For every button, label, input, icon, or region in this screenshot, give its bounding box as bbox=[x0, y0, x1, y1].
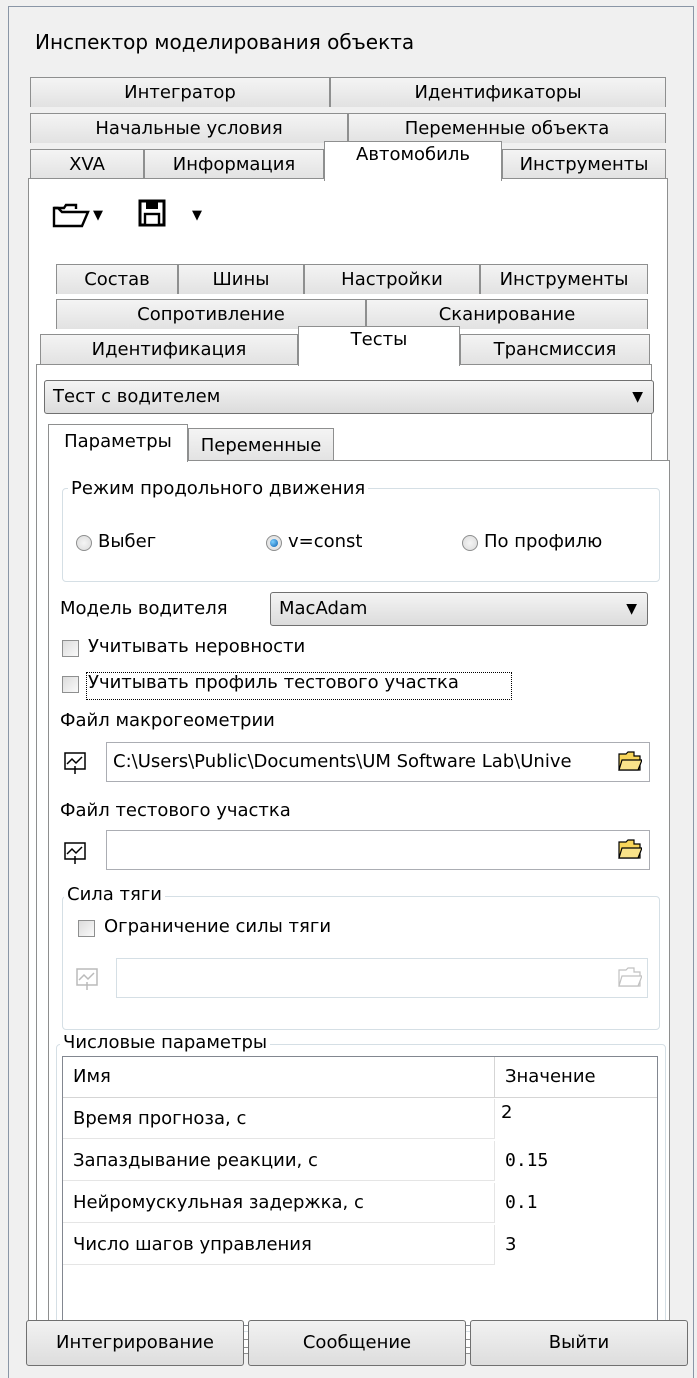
table-row-name: Нейромускульная задержка, с bbox=[63, 1183, 495, 1223]
header-name: Имя bbox=[63, 1057, 495, 1097]
tab-resistance[interactable]: Сопротивление bbox=[56, 299, 366, 329]
traction-file-field bbox=[116, 958, 648, 998]
browse-folder-icon[interactable] bbox=[618, 750, 643, 772]
numeric-label: Числовые параметры bbox=[60, 1032, 271, 1053]
profile-checkbox[interactable] bbox=[62, 676, 79, 693]
tab-initial-conditions[interactable]: Начальные условия bbox=[30, 113, 348, 143]
radio-v-const[interactable] bbox=[266, 535, 282, 551]
macro-file-field[interactable]: C:\Users\Public\Documents\UM Software La… bbox=[106, 742, 650, 782]
table-row-name: Число шагов управления bbox=[63, 1225, 495, 1265]
tab-tests[interactable]: Тесты bbox=[298, 326, 460, 366]
tab-transmission[interactable]: Трансмиссия bbox=[460, 334, 650, 364]
test-file-field[interactable] bbox=[106, 830, 650, 870]
tab-information[interactable]: Информация bbox=[144, 149, 324, 179]
table-row-value[interactable]: 2 bbox=[495, 1093, 657, 1133]
graph-icon bbox=[76, 968, 98, 990]
tab-identification[interactable]: Идентификация bbox=[40, 334, 298, 364]
tab-tools[interactable]: Инструменты bbox=[502, 149, 666, 179]
inspector-window: Инспектор моделирования объекта Интеграт… bbox=[0, 0, 697, 1378]
message-button[interactable]: Сообщение bbox=[248, 1320, 466, 1366]
tab-automobile[interactable]: Автомобиль bbox=[324, 141, 502, 181]
radio-by-profile[interactable] bbox=[462, 535, 478, 551]
graph-icon[interactable] bbox=[64, 842, 86, 864]
tab-settings[interactable]: Настройки bbox=[304, 264, 480, 294]
motion-mode-label: Режим продольного движения bbox=[68, 478, 369, 499]
roughness-checkbox[interactable] bbox=[62, 640, 79, 657]
header-value: Значение bbox=[505, 1066, 596, 1087]
folder-open-icon[interactable] bbox=[52, 200, 92, 230]
tab-integrator[interactable]: Интегратор bbox=[30, 77, 330, 107]
traction-label: Сила тяги bbox=[64, 884, 165, 905]
table-row-name: Запаздывание реакции, с bbox=[63, 1141, 495, 1181]
tab-inner-tools[interactable]: Инструменты bbox=[480, 264, 648, 294]
profile-label: Учитывать профиль тестового участка bbox=[88, 672, 459, 693]
tab-parameters[interactable]: Параметры bbox=[48, 424, 188, 462]
exit-button[interactable]: Выйти bbox=[470, 1320, 688, 1366]
browse-folder-icon bbox=[618, 966, 643, 988]
tab-variables[interactable]: Переменные bbox=[188, 428, 334, 462]
traction-limit-checkbox[interactable] bbox=[78, 920, 95, 937]
radio-by-profile-label: По профилю bbox=[484, 531, 603, 552]
test-type-select[interactable]: Тест с водителем ▼ bbox=[44, 380, 654, 414]
tab-scanning[interactable]: Сканирование bbox=[366, 299, 648, 329]
roughness-label: Учитывать неровности bbox=[88, 636, 306, 657]
floppy-disk-icon[interactable] bbox=[137, 198, 167, 228]
browse-folder-icon[interactable] bbox=[618, 838, 643, 860]
table-row-value[interactable]: 0.1 bbox=[495, 1183, 657, 1223]
tab-object-variables[interactable]: Переменные объекта bbox=[348, 113, 666, 143]
test-type-value: Тест с водителем bbox=[53, 386, 221, 407]
table-row-value[interactable]: 0.15 bbox=[495, 1141, 657, 1181]
tab-identifiers[interactable]: Идентификаторы bbox=[330, 77, 666, 107]
save-dropdown-icon[interactable]: ▼ bbox=[192, 208, 202, 223]
tab-composition[interactable]: Состав bbox=[56, 264, 178, 294]
driver-model-select[interactable]: MacAdam ▼ bbox=[270, 592, 648, 626]
integrate-button[interactable]: Интегрирование bbox=[26, 1320, 244, 1366]
chevron-down-icon: ▼ bbox=[632, 389, 643, 405]
numeric-table: Имя Значение Время прогноза, с 2 Запазды… bbox=[62, 1056, 658, 1326]
macro-file-label: Файл макрогеометрии bbox=[60, 710, 275, 731]
graph-icon[interactable] bbox=[64, 752, 86, 774]
traction-limit-label: Ограничение силы тяги bbox=[104, 916, 332, 937]
macro-file-path: C:\Users\Public\Documents\UM Software La… bbox=[113, 751, 572, 772]
tab-xva[interactable]: XVA bbox=[30, 149, 144, 179]
radio-coastdown[interactable] bbox=[76, 535, 92, 551]
window-title: Инспектор моделирования объекта bbox=[35, 30, 415, 54]
driver-model-value: MacAdam bbox=[279, 598, 368, 619]
driver-model-label: Модель водителя bbox=[60, 598, 228, 619]
test-file-label: Файл тестового участка bbox=[60, 800, 291, 821]
chevron-down-icon: ▼ bbox=[626, 601, 637, 617]
open-dropdown-icon[interactable]: ▼ bbox=[93, 208, 103, 223]
radio-coastdown-label: Выбег bbox=[98, 531, 157, 552]
table-row-value[interactable]: 3 bbox=[495, 1225, 657, 1265]
table-row-name: Время прогноза, с bbox=[63, 1099, 495, 1139]
tab-tires[interactable]: Шины bbox=[178, 264, 304, 294]
radio-v-const-label: v=const bbox=[288, 531, 363, 552]
